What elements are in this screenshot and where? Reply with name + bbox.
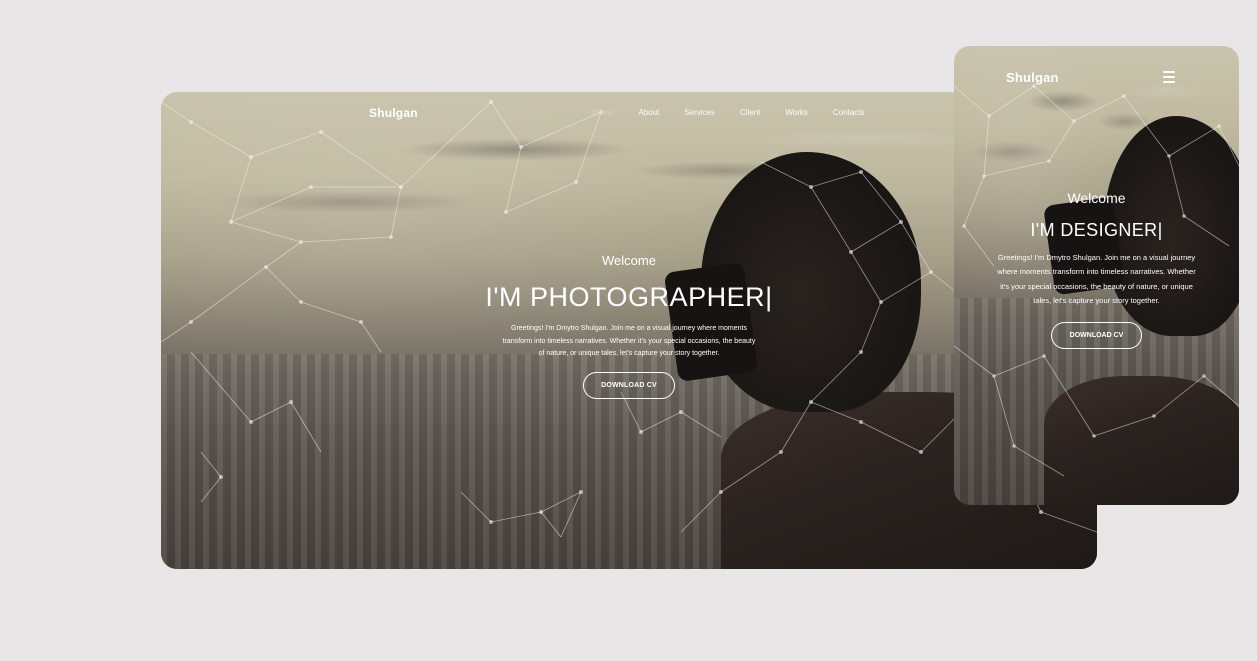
hamburger-line	[1163, 76, 1175, 78]
mobile-brand-logo[interactable]: Shulgan	[1006, 70, 1059, 85]
hamburger-line	[1163, 71, 1175, 73]
hero-paragraph: Greetings! I'm Dmytro Shulgan. Join me o…	[502, 325, 756, 357]
mobile-hero-content: Welcome I'M DESIGNER| Greetings! I'm Dmy…	[954, 188, 1239, 350]
nav-home[interactable]: Home	[592, 108, 613, 117]
hamburger-line	[1163, 81, 1175, 83]
hamburger-icon[interactable]	[1163, 71, 1175, 83]
nav-works[interactable]: Works	[785, 108, 808, 117]
nav-about[interactable]: About	[638, 108, 659, 117]
nav-client[interactable]: Client	[740, 108, 760, 117]
mobile-hero-paragraph: Greetings! I'm Dmytro Shulgan. Join me o…	[997, 253, 1196, 305]
mobile-mockup: Shulgan Welcome I'M DESIGNER| Greetings!…	[954, 46, 1239, 505]
mobile-hero-headline: I'M DESIGNER|	[1030, 220, 1163, 240]
nav-contacts[interactable]: Contacts	[833, 108, 865, 117]
showcase-canvas: Shulgan Home About Services Client Works…	[0, 0, 1257, 661]
brand-logo[interactable]: Shulgan	[369, 106, 418, 120]
mobile-welcome-text: Welcome	[1067, 190, 1126, 206]
nav-services[interactable]: Services	[684, 108, 715, 117]
mobile-download-cv-button[interactable]: DOWNLOAD CV	[1050, 322, 1143, 350]
download-cv-button[interactable]: DOWNLOAD CV	[583, 371, 675, 399]
desktop-nav-menu: Home About Services Client Works Contact…	[592, 108, 890, 117]
mobile-photographer-figure-body	[1044, 376, 1239, 505]
